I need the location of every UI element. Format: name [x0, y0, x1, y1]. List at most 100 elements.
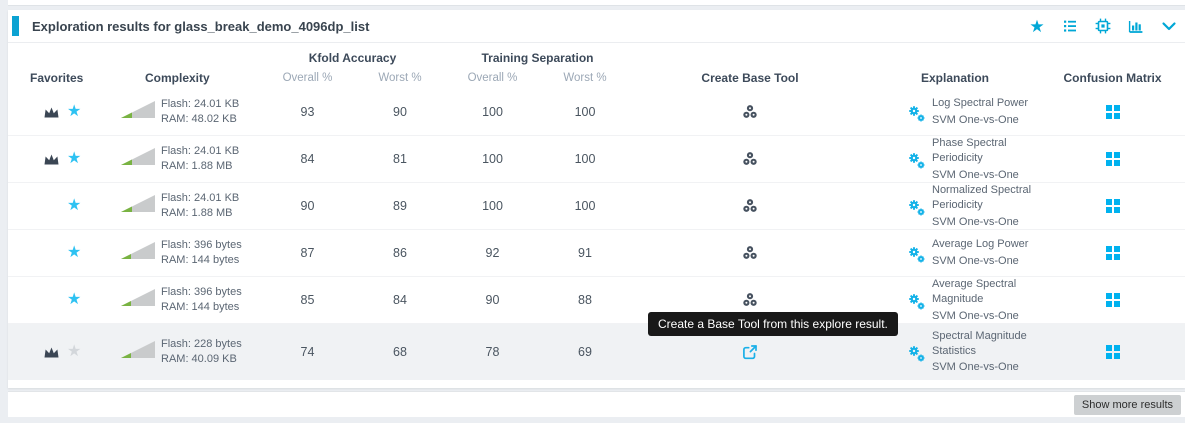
feature-name: Normalized Spectral Periodicity	[932, 183, 1040, 213]
create-base-tool-icon[interactable]	[741, 291, 759, 309]
exploration-results-card: Exploration results for glass_break_demo…	[8, 10, 1185, 388]
table-row[interactable]: ★ Flash: 24.01 KB RAM: 48.02 KB 93 90 10…	[8, 89, 1185, 136]
flash-size: Flash: 24.01 KB	[161, 144, 239, 159]
kfold-overall-value: 84	[260, 152, 355, 166]
title-accent-bar	[12, 16, 19, 36]
create-base-tool-icon[interactable]	[741, 103, 759, 121]
classifier-name: SVM One-vs-One	[932, 309, 1040, 324]
chevron-down-icon[interactable]	[1159, 16, 1179, 36]
ts-overall-value: 100	[445, 199, 540, 213]
kfold-worst-value: 89	[355, 199, 445, 213]
ts-worst-value: 100	[540, 105, 630, 119]
table-row[interactable]: ★ Flash: 396 bytes RAM: 144 bytes 85 84 …	[8, 277, 1185, 324]
flash-size: Flash: 24.01 KB	[161, 97, 239, 112]
col-header-kfold-worst: Worst %	[355, 72, 445, 84]
gears-icon[interactable]	[906, 343, 925, 362]
favorite-star-icon[interactable]: ★	[67, 151, 81, 167]
flash-size: Flash: 24.01 KB	[161, 191, 239, 206]
classifier-name: SVM One-vs-One	[932, 215, 1040, 230]
favorites-star-icon[interactable]: ★	[1027, 16, 1047, 36]
ram-size: RAM: 1.88 MB	[161, 206, 239, 221]
kfold-worst-value: 90	[355, 105, 445, 119]
col-header-create-base-tool: Create Base Tool	[630, 71, 870, 85]
classifier-name: SVM One-vs-One	[932, 113, 1028, 128]
col-header-explanation: Explanation	[870, 71, 1040, 85]
classifier-name: SVM One-vs-One	[932, 254, 1028, 269]
favorite-star-icon[interactable]: ★	[67, 245, 81, 261]
favorite-star-icon[interactable]: ★	[67, 344, 81, 360]
show-more-results-button[interactable]: Show more results	[1074, 395, 1181, 415]
kfold-worst-value: 81	[355, 152, 445, 166]
confusion-matrix-icon[interactable]	[1106, 105, 1120, 119]
complexity-icon	[120, 288, 156, 312]
favorite-star-icon[interactable]: ★	[67, 292, 81, 308]
kfold-overall-value: 85	[260, 293, 355, 307]
ts-overall-value: 100	[445, 105, 540, 119]
table-header: Kfold Accuracy Training Separation Favor…	[8, 43, 1185, 89]
flash-size: Flash: 228 bytes	[161, 337, 242, 352]
table-row[interactable]: ★ Flash: 396 bytes RAM: 144 bytes 87 86 …	[8, 230, 1185, 277]
create-base-tool-icon[interactable]	[741, 244, 759, 262]
ram-size: RAM: 144 bytes	[161, 253, 242, 268]
confusion-matrix-icon[interactable]	[1106, 246, 1120, 260]
table-row[interactable]: ★ Flash: 24.01 KB RAM: 1.88 MB 84 81 100…	[8, 136, 1185, 183]
table-row[interactable]: ★ Flash: 24.01 KB RAM: 1.88 MB 90 89 100…	[8, 183, 1185, 230]
favorite-star-icon[interactable]: ★	[67, 198, 81, 214]
training-separation-group-header: Training Separation	[445, 51, 630, 65]
flash-size: Flash: 396 bytes	[161, 285, 242, 300]
classifier-name: SVM One-vs-One	[932, 168, 1040, 183]
kfold-overall-value: 74	[260, 345, 355, 359]
col-header-complexity: Complexity	[115, 71, 260, 85]
gears-icon[interactable]	[906, 150, 925, 169]
complexity-icon	[120, 147, 156, 171]
crown-icon[interactable]	[42, 106, 61, 119]
create-base-tool-icon[interactable]	[741, 343, 759, 361]
kfold-worst-value: 84	[355, 293, 445, 307]
page-title: Exploration results for glass_break_demo…	[32, 19, 369, 34]
ts-overall-value: 78	[445, 345, 540, 359]
gears-icon[interactable]	[906, 244, 925, 263]
confusion-matrix-icon[interactable]	[1106, 199, 1120, 213]
complexity-icon	[120, 340, 156, 364]
bar-chart-icon[interactable]	[1126, 16, 1146, 36]
crown-icon[interactable]	[42, 346, 61, 359]
crown-icon[interactable]	[42, 153, 61, 166]
ts-worst-value: 88	[540, 293, 630, 307]
gears-icon[interactable]	[906, 291, 925, 310]
gears-icon[interactable]	[906, 103, 925, 122]
feature-name: Average Log Power	[932, 237, 1028, 252]
complexity-icon	[120, 241, 156, 265]
classifier-name: SVM One-vs-One	[932, 360, 1040, 375]
complexity-icon	[120, 100, 156, 124]
ts-overall-value: 90	[445, 293, 540, 307]
ram-size: RAM: 48.02 KB	[161, 112, 239, 127]
footer-bar: Show more results	[8, 391, 1185, 417]
create-base-tool-icon[interactable]	[741, 150, 759, 168]
ts-worst-value: 91	[540, 246, 630, 260]
complexity-icon	[120, 194, 156, 218]
col-header-ts-worst: Worst %	[540, 72, 630, 84]
kfold-overall-value: 87	[260, 246, 355, 260]
list-icon[interactable]	[1060, 16, 1080, 36]
ts-worst-value: 69	[540, 345, 630, 359]
ts-worst-value: 100	[540, 199, 630, 213]
confusion-matrix-icon[interactable]	[1106, 345, 1120, 359]
toolbar: ★	[1027, 16, 1179, 36]
kfold-overall-value: 90	[260, 199, 355, 213]
kfold-worst-value: 68	[355, 345, 445, 359]
create-base-tool-icon[interactable]	[741, 197, 759, 215]
feature-name: Log Spectral Power	[932, 96, 1028, 111]
col-header-kfold-overall: Overall %	[260, 72, 355, 84]
confusion-matrix-icon[interactable]	[1106, 293, 1120, 307]
col-header-confusion-matrix: Confusion Matrix	[1040, 71, 1185, 85]
table-row[interactable]: ★ Flash: 228 bytes RAM: 40.09 KB 74 68 7…	[8, 324, 1185, 380]
feature-name: Average Spectral Magnitude	[932, 277, 1040, 307]
flash-size: Flash: 396 bytes	[161, 238, 242, 253]
kfold-worst-value: 86	[355, 246, 445, 260]
favorite-star-icon[interactable]: ★	[67, 104, 81, 120]
confusion-matrix-icon[interactable]	[1106, 152, 1120, 166]
gears-icon[interactable]	[906, 197, 925, 216]
ts-overall-value: 92	[445, 246, 540, 260]
previous-panel-edge	[8, 0, 1185, 6]
chip-icon[interactable]	[1093, 16, 1113, 36]
